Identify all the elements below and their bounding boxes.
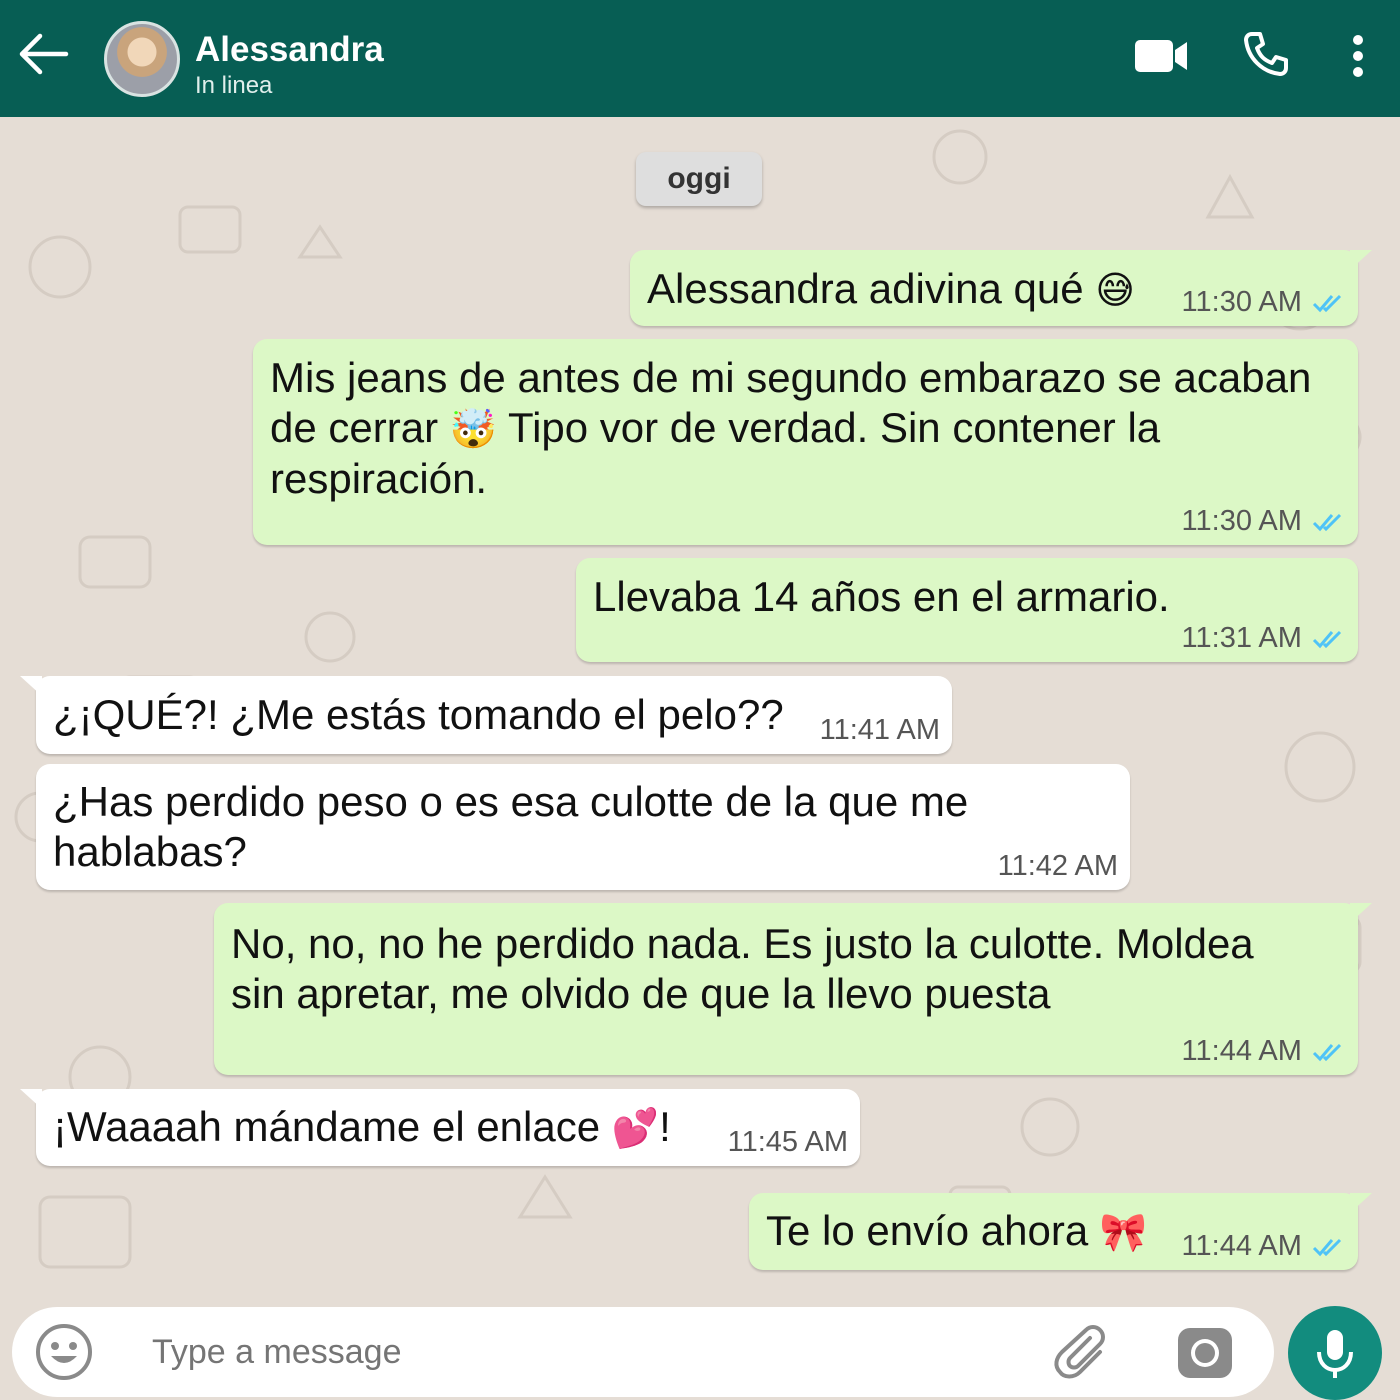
message-bubble-outgoing[interactable]: Mis jeans de antes de mi segundo embaraz… bbox=[253, 339, 1358, 545]
double-check-icon bbox=[1312, 630, 1342, 649]
message-text-line: Tipo vor de verdad. Sin contener la bbox=[507, 404, 1161, 451]
message-text: ! bbox=[659, 1103, 671, 1150]
microphone-button[interactable] bbox=[1288, 1306, 1382, 1400]
message-text: Llevaba 14 años en el armario. bbox=[593, 573, 1170, 620]
message-bubble-incoming[interactable]: ¿¡QUÉ?! ¿Me estás tomando el pelo?? 11:4… bbox=[20, 676, 952, 754]
message-input[interactable] bbox=[152, 1329, 1012, 1375]
message-text-line: No, no, no he perdido nada. Es justo la … bbox=[231, 920, 1254, 967]
message-text-line: sin apretar, me olvido de que la llevo p… bbox=[231, 970, 1051, 1017]
two-hearts-emoji: 💕 bbox=[611, 1106, 660, 1150]
microphone-icon bbox=[1317, 1330, 1353, 1378]
message-text-line: ¿Has perdido peso o es esa culotte de la… bbox=[53, 778, 969, 825]
double-check-icon bbox=[1312, 1043, 1342, 1062]
message-time: 11:41 AM bbox=[819, 714, 940, 746]
more-vertical-icon[interactable] bbox=[1344, 34, 1372, 78]
double-check-icon bbox=[1312, 294, 1342, 313]
message-meta: 11:31 AM bbox=[1182, 620, 1346, 656]
arrow-left-icon[interactable] bbox=[18, 32, 70, 76]
message-time: 11:31 AM bbox=[1181, 622, 1302, 654]
message-bubble-outgoing[interactable]: Alessandra adivina qué 😅 11:30 AM bbox=[630, 250, 1372, 326]
exploding-head-emoji: 🤯 bbox=[449, 407, 498, 451]
avatar[interactable] bbox=[104, 21, 180, 97]
bubble-tail bbox=[20, 676, 42, 696]
ribbon-emoji: 🎀 bbox=[1099, 1210, 1148, 1254]
smiley-icon[interactable] bbox=[34, 1322, 94, 1382]
message-time: 11:44 AM bbox=[1181, 1035, 1302, 1067]
camera-icon[interactable] bbox=[1176, 1324, 1234, 1382]
video-camera-icon[interactable] bbox=[1133, 36, 1189, 76]
message-time: 11:45 AM bbox=[727, 1126, 848, 1158]
message-bubble-outgoing[interactable]: No, no, no he perdido nada. Es justo la … bbox=[214, 903, 1372, 1075]
message-text: ¡Waaaah mándame el enlace bbox=[53, 1103, 601, 1150]
message-time: 11:30 AM bbox=[1181, 505, 1302, 537]
message-meta: 11:30 AM bbox=[1182, 284, 1346, 320]
message-bubble-outgoing[interactable]: Te lo envío ahora 🎀 11:44 AM bbox=[749, 1193, 1372, 1270]
paperclip-icon[interactable] bbox=[1052, 1322, 1116, 1386]
message-text-line: hablabas? bbox=[53, 828, 247, 875]
bubble-tail bbox=[1350, 250, 1372, 270]
message-meta: 11:42 AM bbox=[998, 848, 1118, 884]
message-meta: 11:44 AM bbox=[1182, 1228, 1346, 1264]
message-meta: 11:30 AM bbox=[1182, 503, 1346, 539]
message-time: 11:30 AM bbox=[1181, 286, 1302, 318]
chat-header: Alessandra In linea bbox=[0, 0, 1400, 117]
message-bubble-incoming[interactable]: ¿Has perdido peso o es esa culotte de la… bbox=[36, 764, 1130, 890]
message-meta: 11:41 AM bbox=[820, 712, 940, 748]
bubble-tail bbox=[1350, 1193, 1372, 1213]
double-check-icon bbox=[1312, 513, 1342, 532]
phone-icon[interactable] bbox=[1242, 30, 1290, 78]
double-check-icon bbox=[1312, 1238, 1342, 1257]
bubble-tail bbox=[20, 1089, 42, 1109]
bubble-tail bbox=[1350, 903, 1372, 923]
message-text: Te lo envío ahora bbox=[766, 1207, 1089, 1254]
date-chip: oggi bbox=[636, 152, 762, 206]
sweat-smile-emoji: 😅 bbox=[1095, 268, 1135, 312]
message-time: 11:44 AM bbox=[1181, 1230, 1302, 1262]
message-text-line: de cerrar bbox=[270, 404, 439, 451]
message-bubble-outgoing[interactable]: Llevaba 14 años en el armario. 11:31 AM bbox=[576, 558, 1358, 662]
message-meta: 11:45 AM bbox=[728, 1124, 848, 1160]
message-bubble-incoming[interactable]: ¡Waaaah mándame el enlace 💕! 11:45 AM bbox=[20, 1089, 860, 1166]
chat-area[interactable]: oggi Alessandra adivina qué 😅 11:30 AM M… bbox=[0, 117, 1400, 1307]
message-text: ¿¡QUÉ?! ¿Me estás tomando el pelo?? bbox=[53, 691, 784, 738]
message-time: 11:42 AM bbox=[997, 850, 1118, 882]
message-text: Alessandra adivina qué bbox=[647, 265, 1084, 312]
message-text-line: Mis jeans de antes de mi segundo embaraz… bbox=[270, 354, 1312, 401]
message-text-line: respiración. bbox=[270, 455, 488, 502]
message-meta: 11:44 AM bbox=[1182, 1033, 1346, 1069]
message-composer bbox=[12, 1307, 1274, 1397]
contact-name[interactable]: Alessandra bbox=[195, 30, 384, 70]
contact-status: In linea bbox=[195, 72, 273, 99]
